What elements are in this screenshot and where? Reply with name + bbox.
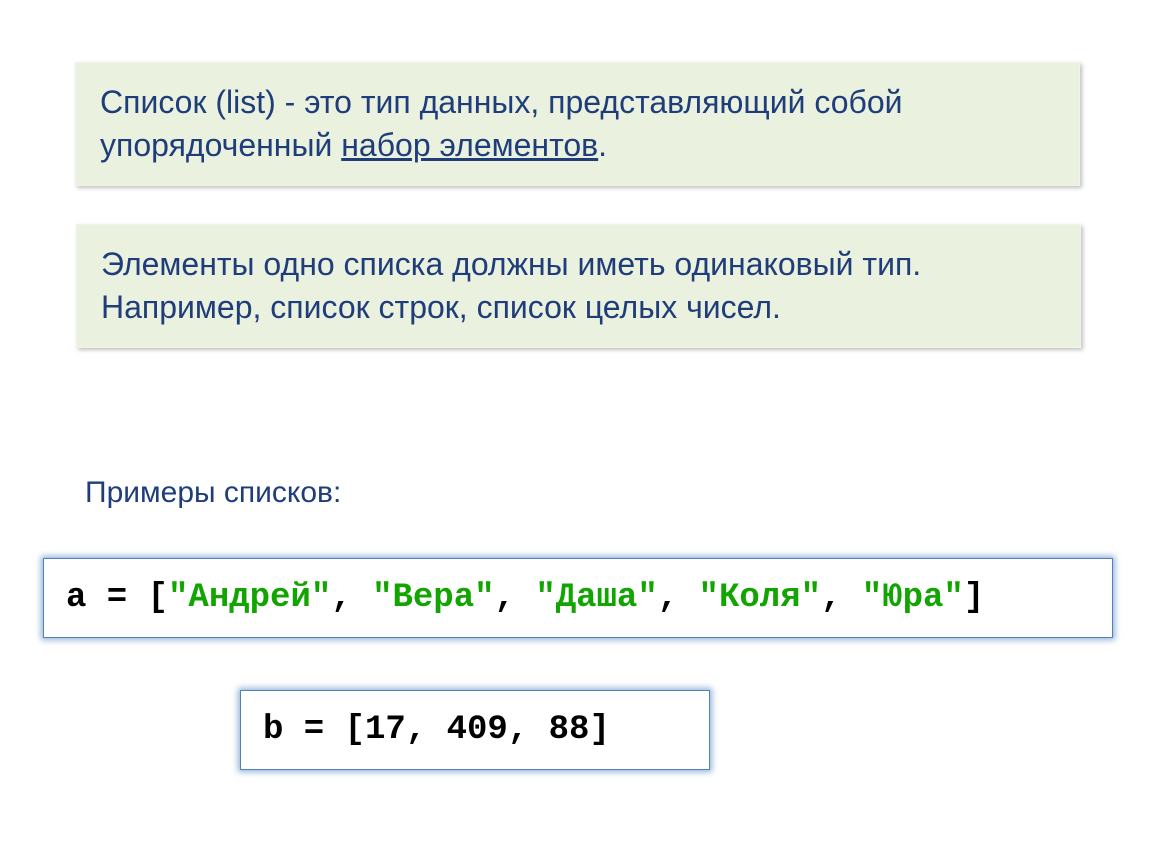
definition-text-1b: набор элементов bbox=[341, 127, 598, 163]
code1-prefix: a = [ bbox=[66, 579, 168, 617]
code1-str1: "Андрей" bbox=[168, 579, 331, 617]
code1-c4: , bbox=[821, 579, 862, 617]
code-example-1: a = ["Андрей", "Вера", "Даша", "Коля", "… bbox=[43, 558, 1113, 638]
code1-suffix: ] bbox=[964, 579, 984, 617]
definition-box-2: Элементы одно списка должны иметь одинак… bbox=[76, 224, 1081, 348]
code1-str3: "Даша" bbox=[535, 579, 657, 617]
code1-c3: , bbox=[658, 579, 699, 617]
examples-label: Примеры списков: bbox=[85, 476, 341, 510]
slide: Список (list) - это тип данных, представ… bbox=[0, 0, 1150, 864]
definition-text-2: Элементы одно списка должны иметь одинак… bbox=[101, 246, 921, 325]
code1-str2: "Вера" bbox=[372, 579, 494, 617]
definition-box-1: Список (list) - это тип данных, представ… bbox=[75, 62, 1080, 186]
code1-c2: , bbox=[495, 579, 536, 617]
code1-c1: , bbox=[331, 579, 372, 617]
code2-text: b = [17, 409, 88] bbox=[263, 711, 610, 749]
code1-str4: "Коля" bbox=[699, 579, 821, 617]
definition-text-1c: . bbox=[598, 127, 607, 163]
code-example-2: b = [17, 409, 88] bbox=[240, 690, 710, 770]
code1-str5: "Юра" bbox=[862, 579, 964, 617]
